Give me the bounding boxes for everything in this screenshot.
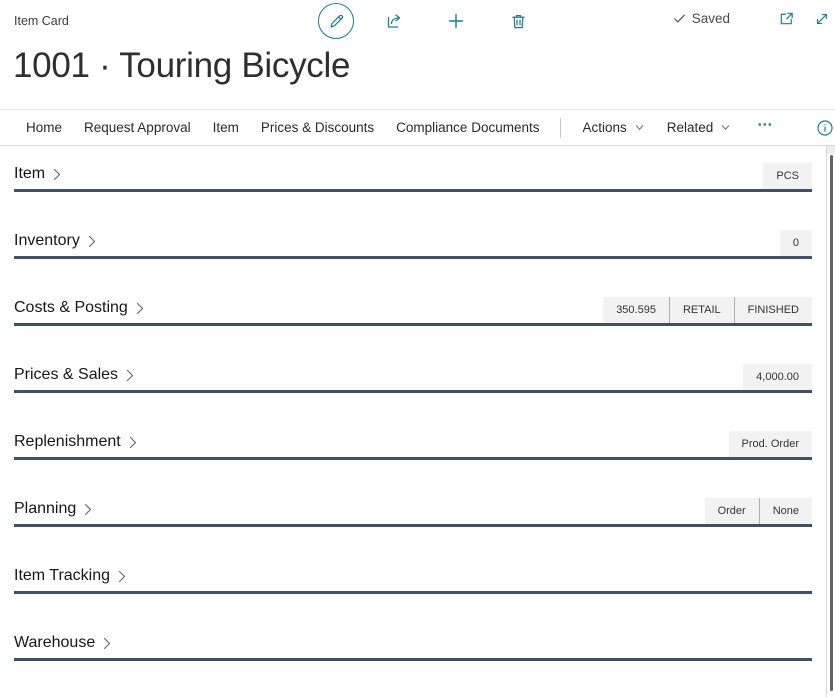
section-costs-posting: Costs & Posting 350.595RETAILFINISHED [14,296,812,326]
menu-item-prices-discounts[interactable]: Prices & Discounts [261,120,374,135]
trash-icon [509,12,528,31]
menu-dropdowns: Actions Related [582,120,731,135]
section-warehouse: Warehouse [14,631,812,661]
section-badge: FINISHED [734,297,812,323]
menu-item-compliance-documents[interactable]: Compliance Documents [396,120,539,135]
section-badge: 4,000.00 [743,364,812,390]
page-title: 1001 · Touring Bicycle [13,46,350,86]
expand-diagonal-icon [814,11,830,27]
popout-button[interactable] [778,10,795,27]
toolbar [318,3,528,39]
menu-item-home[interactable]: Home [26,120,62,135]
new-button[interactable] [446,11,466,31]
fasttab-sections: ItemPCSInventory0Costs & Posting350.595R… [0,146,835,661]
section-label: Planning [14,500,76,518]
section-label: Warehouse [14,634,95,652]
section-header-costs-posting[interactable]: Costs & Posting 350.595RETAILFINISHED [14,296,812,326]
section-inventory: Inventory 0 [14,229,812,259]
item-card-window: Item Card [0,0,835,697]
vertical-scrollbar[interactable] [826,146,835,697]
save-status-label: Saved [692,11,730,26]
delete-button[interactable] [508,11,528,31]
menu-items: Home Request Approval Item Prices & Discoun… [26,120,539,135]
section-badge: 350.595 [603,297,669,323]
section-badge: Prod. Order [729,431,812,457]
section-label: Item Tracking [14,567,110,585]
section-badge: 0 [780,230,812,256]
more-options-button[interactable]: ⋯ [755,120,776,136]
page-caption: Item Card [14,14,69,28]
section-replenishment: Replenishment Prod. Order [14,430,812,460]
menu-dropdown-label: Related [667,120,714,135]
section-item-tracking: Item Tracking [14,564,812,594]
chevron-right-icon [125,368,135,383]
menu-item-request-approval[interactable]: Request Approval [84,120,191,135]
chevron-right-icon [135,301,145,316]
scrollbar-top [827,146,835,154]
chevron-right-icon [87,234,97,249]
menu-dropdown-actions[interactable]: Actions [582,120,644,135]
chevron-right-icon [83,502,93,517]
open-in-new-window-icon [778,10,795,27]
section-badge: Order [705,498,759,524]
section-prices-sales: Prices & Sales 4,000.00 [14,363,812,393]
section-header-inventory[interactable]: Inventory 0 [14,229,812,259]
action-menubar: Home Request Approval Item Prices & Discoun… [0,109,835,146]
section-badges: 0 [780,230,812,256]
section-header-planning[interactable]: Planning OrderNone [14,497,812,527]
section-planning: Planning OrderNone [14,497,812,527]
chevron-right-icon [52,167,62,182]
section-label: Prices & Sales [14,366,118,384]
save-status: Saved [672,11,730,26]
checkmark-icon [672,11,687,26]
section-label: Costs & Posting [14,299,128,317]
window-controls: Saved [672,10,830,27]
chevron-right-icon [117,569,127,584]
info-button[interactable] [816,119,834,137]
section-badge: None [759,498,812,524]
edit-button[interactable] [318,3,354,39]
section-item: Item PCS [14,162,812,192]
chevron-right-icon [102,636,112,651]
section-badges: PCS [763,163,812,189]
page-header: Item Card [0,0,835,109]
section-badges: Prod. Order [729,431,812,457]
resize-button[interactable] [813,10,830,27]
section-header-prices-sales[interactable]: Prices & Sales 4,000.00 [14,363,812,393]
share-icon [384,11,404,31]
menu-divider [560,118,561,138]
info-circle-icon [816,119,834,137]
menu-item-item[interactable]: Item [213,120,239,135]
share-button[interactable] [384,11,404,31]
section-header-replenishment[interactable]: Replenishment Prod. Order [14,430,812,460]
section-header-warehouse[interactable]: Warehouse [14,631,812,661]
section-badge: RETAIL [669,297,734,323]
menu-dropdown-related[interactable]: Related [667,120,732,135]
menu-dropdown-label: Actions [582,120,626,135]
section-label: Item [14,165,45,183]
chevron-down-icon [634,122,645,133]
section-label: Inventory [14,232,80,250]
section-badges: 4,000.00 [743,364,812,390]
plus-icon [446,11,466,31]
chevron-right-icon [128,435,138,450]
section-badge: PCS [763,163,812,189]
section-header-item[interactable]: Item PCS [14,162,812,192]
section-badges: 350.595RETAILFINISHED [603,297,812,323]
section-badges: OrderNone [705,498,812,524]
pencil-icon [328,13,345,30]
scrollbar-thumb[interactable] [830,155,833,691]
section-label: Replenishment [14,433,121,451]
section-header-item-tracking[interactable]: Item Tracking [14,564,812,594]
chevron-down-icon [720,122,731,133]
